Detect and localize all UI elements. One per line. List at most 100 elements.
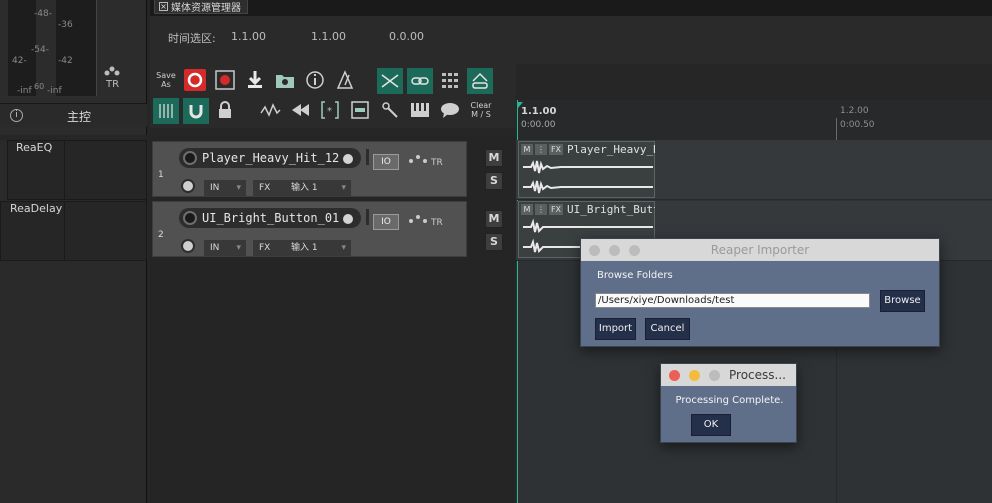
solo-button[interactable]: S — [485, 172, 503, 190]
svg-text:*: * — [327, 106, 332, 117]
meter-scale-label: -inf — [17, 86, 32, 96]
import-button[interactable]: Import — [595, 318, 636, 340]
pan-knob-icon[interactable] — [181, 239, 195, 253]
fx-slot[interactable]: ReaDelay — [0, 201, 147, 261]
meter-scale-label: 60 — [34, 82, 45, 91]
process-dialog: Process... Processing Complete. OK — [660, 363, 797, 443]
rewind-icon[interactable] — [288, 98, 312, 122]
comment-icon[interactable] — [438, 98, 462, 122]
track-number: 1 — [158, 170, 164, 180]
folder-path-input[interactable] — [595, 293, 870, 308]
cancel-button[interactable]: Cancel — [645, 318, 690, 340]
track-number: 2 — [158, 230, 164, 240]
grid-view-icon[interactable] — [438, 68, 462, 92]
maximize-icon[interactable] — [709, 370, 720, 381]
timeline-ruler[interactable]: 1.1.00 0:00.00 1.2.00 0:00.50 — [516, 100, 992, 140]
mute-button[interactable]: M — [485, 210, 503, 228]
io-button[interactable]: IO — [373, 214, 399, 230]
maximize-icon[interactable] — [629, 245, 640, 256]
pan-knob-icon[interactable] — [181, 179, 195, 193]
fx-slot[interactable]: ReaEQ — [7, 140, 147, 200]
save-as-button[interactable]: Save As — [153, 68, 179, 92]
track-name[interactable]: UI_Bright_Button_01 — [179, 208, 361, 228]
tab-label: 媒体资源管理器 — [171, 3, 241, 14]
record-icon[interactable] — [183, 68, 207, 92]
solo-button[interactable]: S — [485, 233, 503, 251]
bracket-icon[interactable]: * — [318, 98, 342, 122]
item-mute-button[interactable]: M — [521, 144, 533, 155]
ok-button[interactable]: OK — [691, 414, 731, 436]
track-name[interactable]: Player_Heavy_Hit_12 — [179, 148, 361, 168]
fx-slot-name: ReaEQ — [16, 141, 53, 154]
minimize-icon[interactable] — [609, 245, 620, 256]
snap-grid-icon[interactable] — [153, 98, 179, 124]
meter-scale-label: -54- — [31, 45, 49, 55]
volume-knob-icon[interactable] — [341, 212, 355, 226]
media-item-name: UI_Bright_Button_01 — [567, 203, 655, 216]
item-mute-button[interactable]: M — [521, 204, 533, 215]
time-selection-label: 时间选区: — [168, 32, 216, 45]
info-icon[interactable] — [303, 68, 327, 92]
folder-icon[interactable] — [273, 68, 297, 92]
input-label: IN — [210, 243, 220, 253]
crossfade-icon[interactable] — [377, 68, 403, 94]
time-selection-end[interactable]: 1.1.00 — [311, 30, 346, 43]
dialog-titlebar[interactable]: Process... — [661, 364, 796, 386]
clear-mute-solo-button[interactable]: Clear M / S — [467, 98, 495, 122]
volume-knob-icon[interactable] — [341, 152, 355, 166]
item-window-icon[interactable] — [348, 98, 372, 122]
time-selection-bar: 时间选区: 1.1.00 1.1.00 0.0.00 — [150, 16, 992, 64]
envelope-icon[interactable] — [407, 154, 429, 164]
dialog-titlebar[interactable]: Reaper Importer — [581, 239, 939, 261]
record-mode-icon[interactable] — [213, 68, 237, 92]
routing-tool-icon[interactable] — [378, 98, 402, 122]
item-lock-icon[interactable]: ⋮ — [535, 144, 547, 155]
envelope-link-icon[interactable] — [467, 68, 493, 94]
item-fx-button[interactable]: FX — [549, 204, 563, 215]
close-icon[interactable]: × — [159, 2, 168, 11]
record-arm-button[interactable] — [183, 151, 197, 165]
media-item[interactable]: M ⋮ FX Player_Heavy_Hit_12 — [518, 141, 655, 198]
browse-button[interactable]: Browse — [880, 290, 925, 312]
master-label-row: i 主控 — [0, 103, 147, 127]
item-fx-button[interactable]: FX — [549, 144, 563, 155]
fx-input-select[interactable]: FX 输入 1 ▾ — [253, 180, 351, 196]
download-icon[interactable] — [243, 68, 267, 92]
track-1[interactable]: 1 Player_Heavy_Hit_12 IO TR IN ▾ FX 输入 1 ▾ — [152, 141, 467, 197]
main-toolbar: Save As * Clear M / S — [150, 64, 516, 128]
minimize-icon[interactable] — [689, 370, 700, 381]
piano-icon[interactable] — [408, 98, 432, 122]
routing-icon[interactable] — [103, 66, 121, 76]
fx-label: FX — [259, 243, 271, 253]
input-select[interactable]: IN ▾ — [204, 240, 246, 256]
io-button[interactable]: IO — [373, 154, 399, 170]
envelope-icon[interactable] — [407, 214, 429, 224]
meter-scale-label: -36 — [58, 20, 73, 30]
ruler-measure-label: 1.2.00 — [840, 106, 869, 116]
mute-button[interactable]: M — [485, 149, 503, 167]
meter-scale-label: -42 — [58, 56, 73, 66]
master-meter-right — [56, 0, 96, 96]
item-lock-icon[interactable]: ⋮ — [535, 204, 547, 215]
time-selection-length[interactable]: 0.0.00 — [389, 30, 424, 43]
meter-scale-label: -inf — [47, 86, 62, 96]
ripple-icon[interactable] — [258, 98, 282, 122]
input-label: IN — [210, 183, 220, 193]
fx-input-select[interactable]: FX 输入 1 ▾ — [253, 240, 351, 256]
tab-media-explorer[interactable]: × 媒体资源管理器 — [154, 0, 248, 14]
time-selection-start[interactable]: 1.1.00 — [231, 30, 266, 43]
magnet-icon[interactable] — [183, 98, 209, 124]
meter-scale-label: 42- — [12, 56, 27, 66]
close-icon[interactable] — [669, 370, 680, 381]
lock-icon[interactable] — [213, 98, 237, 122]
link-icon[interactable] — [407, 68, 433, 94]
fx-label: FX — [259, 183, 271, 193]
track-2[interactable]: 2 UI_Bright_Button_01 IO TR IN ▾ FX 输入 1 ▾ — [152, 201, 467, 257]
input-select[interactable]: IN ▾ — [204, 180, 246, 196]
processing-message: Processing Complete. — [675, 395, 784, 406]
record-arm-button[interactable] — [183, 211, 197, 225]
info-icon[interactable]: i — [10, 109, 23, 122]
browse-folders-label: Browse Folders — [597, 270, 673, 281]
metronome-icon[interactable] — [333, 68, 357, 92]
close-icon[interactable] — [589, 245, 600, 256]
